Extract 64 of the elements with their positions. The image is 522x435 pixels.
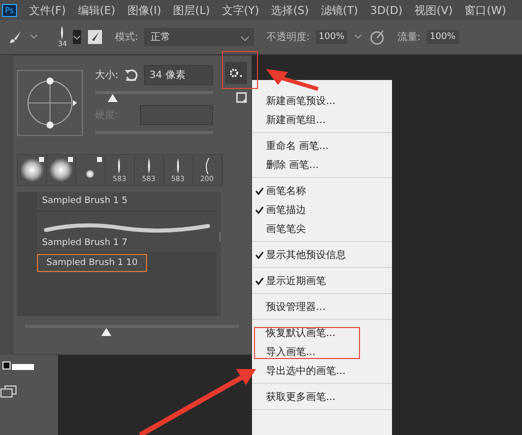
brush-list-item[interactable]: Sampled Brush 1 10 (37, 254, 147, 272)
menu-item[interactable]: 窗口(W) (464, 2, 506, 18)
brush-preset-tile[interactable] (47, 155, 76, 185)
checkmark-icon (254, 276, 264, 284)
menu-item[interactable]: 滤镜(T) (320, 2, 358, 18)
brush-panel-toggle-icon[interactable] (86, 29, 103, 45)
slider-thumb[interactable] (108, 94, 118, 102)
menu-item[interactable]: 新建画笔组... (252, 110, 392, 129)
settings-button[interactable] (225, 62, 247, 84)
brush-tip-icon (117, 158, 122, 174)
brush-tip-icon (146, 158, 151, 174)
app-logo[interactable]: Ps (2, 4, 17, 16)
brush-tip-icon (60, 26, 64, 40)
checkmark-icon (254, 250, 264, 258)
menu-item[interactable]: 导入画笔... (252, 342, 392, 361)
menu-item[interactable]: 导出选中的画笔... (252, 361, 392, 380)
brush-preset-tile[interactable] (76, 155, 106, 185)
brush-list-item[interactable]: Sampled Brush 1 7 (37, 212, 217, 252)
menu-item[interactable]: 选择(S) (271, 2, 309, 18)
menu-item[interactable]: 图像(I) (127, 2, 162, 18)
brush-preset-tile[interactable] (18, 155, 48, 185)
caret-icon[interactable] (72, 30, 81, 44)
brush-list-item[interactable]: Sampled Brush 1 5 (37, 192, 217, 210)
size-field[interactable]: 34 像素 (144, 65, 213, 85)
menu-item[interactable]: 画笔描边 (252, 200, 392, 219)
flow-field[interactable]: 100% (426, 30, 459, 44)
menu-item[interactable]: 画笔名称 (252, 181, 392, 200)
menu-item[interactable]: 显示近期画笔 (252, 271, 392, 290)
menu-item[interactable]: 获取更多画笔... (252, 387, 392, 406)
highlight-box (222, 51, 258, 89)
menu-item[interactable]: 文字(Y) (222, 2, 260, 18)
menu-item[interactable]: 恢复默认画笔... (252, 323, 392, 342)
brush-name: Sampled Brush 1 10 (46, 258, 138, 268)
pointer-arrow (266, 69, 319, 91)
brush-name: Sampled Brush 1 7 (42, 238, 128, 248)
menu-item[interactable]: 图层(L) (173, 2, 210, 18)
new-preset-icon[interactable] (236, 92, 247, 103)
flow-label: 流量: (397, 30, 421, 44)
brush-tip-icon (204, 158, 210, 174)
brush-tip-angle-control[interactable] (17, 70, 83, 136)
menu-item[interactable]: 预设管理器... (252, 297, 392, 316)
screen-mode-icon[interactable] (0, 385, 18, 399)
brush-tip-icon (176, 158, 180, 174)
menu-item[interactable]: 画笔笔尖 (252, 219, 392, 238)
slider-thumb[interactable] (101, 328, 112, 336)
menu-item[interactable]: 新建画笔预设... (252, 91, 392, 110)
mode-label: 模式: (114, 30, 138, 44)
menu-item[interactable]: 文件(F) (28, 2, 66, 18)
pressure-icon[interactable] (369, 29, 386, 45)
reset-icon[interactable] (124, 68, 138, 82)
menu-item[interactable]: 重命名 画笔... (252, 136, 392, 155)
checkmark-icon (254, 186, 264, 194)
opacity-field[interactable]: 100% (316, 30, 348, 44)
gear-icon (229, 68, 243, 78)
opacity-label: 不透明度: (266, 30, 310, 44)
menu-item[interactable]: 3D(D) (370, 4, 403, 16)
menu-item[interactable]: 视图(V) (414, 2, 453, 18)
menu-item[interactable]: 编辑(E) (78, 2, 116, 18)
checkmark-icon (254, 206, 264, 214)
mode-dropdown[interactable]: 正常 (144, 28, 254, 46)
menu-item[interactable]: 显示其他预设信息 (252, 245, 392, 264)
brush-name: Sampled Brush 1 5 (42, 196, 128, 206)
size-label: 大小: (95, 68, 118, 82)
menu-item[interactable]: 删除 画笔... (252, 155, 392, 174)
